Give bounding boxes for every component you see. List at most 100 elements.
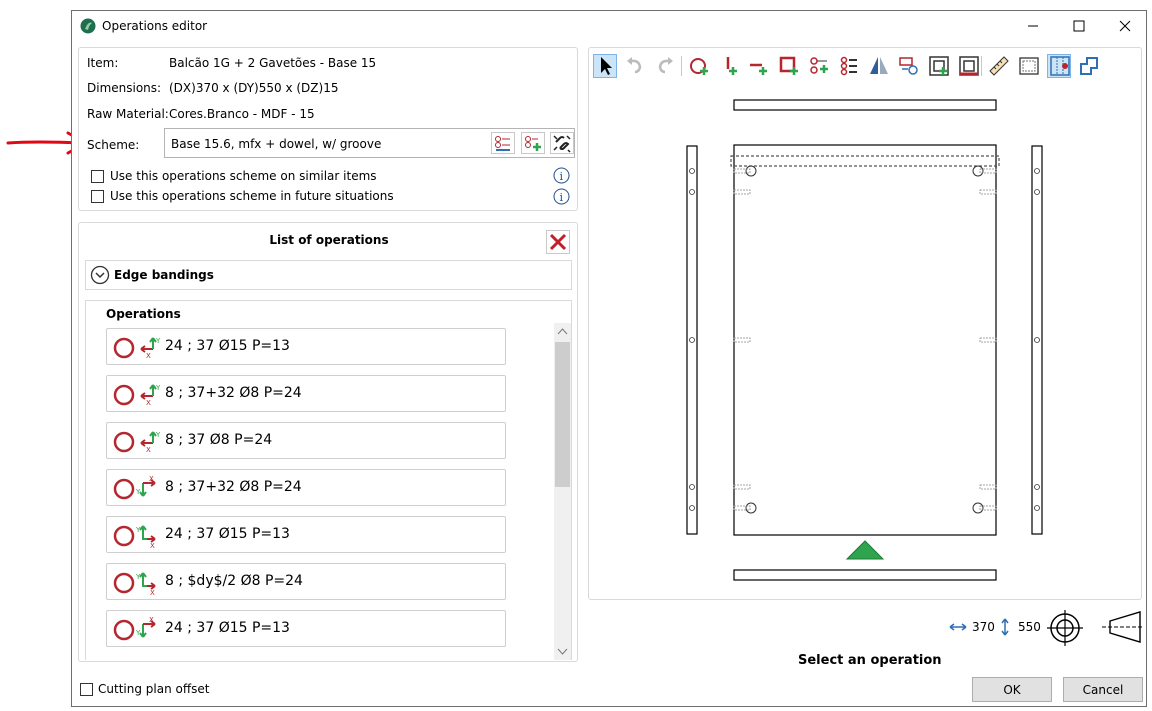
drill-hole-icon: YX	[113, 617, 156, 641]
use-similar-checkbox[interactable]	[91, 170, 104, 183]
cancel-button[interactable]: Cancel	[1063, 677, 1143, 702]
frame-edge-tool[interactable]	[957, 54, 981, 78]
redo-tool[interactable]	[653, 54, 677, 78]
operation-item[interactable]: YX8 ; 37 Ø8 P=24	[106, 422, 506, 459]
close-red-icon	[549, 233, 567, 251]
operations-group: Operations Y X 24 ; 37 Ø15 P=13 Y X 8 ; 37+32…	[85, 300, 572, 660]
svg-text:X: X	[149, 617, 154, 624]
collapse-tool[interactable]	[1077, 54, 1101, 78]
scroll-up-icon[interactable]	[557, 327, 568, 335]
crosshair-icon[interactable]	[1046, 609, 1084, 647]
frame-add-icon	[929, 56, 949, 76]
select-tool[interactable]	[593, 54, 617, 78]
list-title: List of operations	[269, 233, 389, 247]
svg-text:i: i	[560, 191, 564, 204]
cutting-plan-offset-label: Cutting plan offset	[98, 682, 210, 696]
selection-area-tool[interactable]	[1017, 54, 1041, 78]
svg-text:X: X	[150, 589, 155, 596]
scrollbar[interactable]	[554, 323, 571, 660]
operation-item[interactable]: Y X 24 ; 37 Ø15 P=13	[106, 610, 506, 647]
list-tool[interactable]	[837, 54, 861, 78]
add-horizontal-tool[interactable]	[747, 54, 771, 78]
operation-item[interactable]: YX8 ; 37+32 Ø8 P=24	[106, 469, 506, 506]
operation-text: 24 ; 37 Ø15 P=13	[165, 620, 290, 636]
info-icon[interactable]: i	[553, 167, 571, 185]
close-button[interactable]	[1102, 11, 1148, 41]
toolbar-separator	[681, 56, 682, 76]
chevron-down-icon	[90, 265, 110, 285]
operations-label: Operations	[106, 307, 181, 321]
scheme-value: Base 15.6, mfx + dowel, w/ groove	[171, 137, 382, 151]
drill-hole-icon: YX	[113, 476, 156, 500]
add-pocket-tool[interactable]	[777, 54, 801, 78]
dimensions-value: (DX)370 x (DY)550 x (DZ)15	[169, 81, 339, 95]
add-vertical-tool[interactable]	[717, 54, 741, 78]
svg-text:i: i	[560, 170, 564, 183]
piece-drawing-canvas[interactable]	[589, 88, 1141, 599]
svg-text:Y: Y	[155, 384, 161, 392]
svg-text:X: X	[146, 446, 151, 454]
add-pocket-icon	[779, 56, 798, 75]
drill-hole-icon: YX	[113, 337, 161, 360]
ok-button[interactable]: OK	[972, 677, 1052, 702]
undo-tool[interactable]	[623, 54, 647, 78]
operations-editor-window: Operations editor Item: Balcão 1G + 2 Ga…	[71, 10, 1147, 707]
link-tool[interactable]	[897, 54, 921, 78]
maximize-button[interactable]	[1056, 11, 1102, 41]
maximize-icon	[1073, 20, 1085, 32]
toolbar-separator	[981, 56, 982, 76]
status-text: Select an operation	[798, 653, 942, 668]
close-icon	[1119, 20, 1131, 32]
selection-area-icon	[1019, 57, 1039, 75]
scrollbar-thumb[interactable]	[555, 342, 570, 487]
svg-text:X: X	[150, 542, 155, 549]
use-future-checkbox[interactable]	[91, 190, 104, 203]
operation-text: 8 ; 37+32 Ø8 P=24	[165, 385, 302, 401]
drill-hole-icon: YX	[113, 572, 156, 596]
scheme-unlink-button[interactable]	[550, 132, 574, 154]
panel-face	[733, 144, 997, 536]
svg-text:X: X	[146, 352, 151, 360]
frame-edge-icon	[959, 56, 979, 76]
raw-material-value: Cores.Branco - MDF - 15	[169, 107, 315, 121]
scheme-edit-button[interactable]	[491, 132, 515, 154]
edge-bandings-header[interactable]: Edge bandings	[85, 260, 572, 290]
perspective-view-icon[interactable]	[1102, 609, 1144, 645]
svg-text:X: X	[149, 476, 154, 483]
svg-text:Y: Y	[135, 488, 141, 496]
snap-grid-icon	[1050, 56, 1070, 76]
drill-hole-icon: YX	[113, 525, 156, 549]
scheme-label: Scheme:	[87, 138, 140, 152]
window-title: Operations editor	[102, 19, 208, 33]
scheme-field[interactable]: Base 15.6, mfx + dowel, w/ groove	[164, 128, 575, 158]
operation-item[interactable]: YX8 ; 37+32 Ø8 P=24	[106, 375, 506, 412]
height-arrow-icon	[1001, 618, 1009, 636]
operation-item[interactable]: Y X 24 ; 37 Ø15 P=13	[106, 516, 506, 553]
use-similar-label: Use this operations scheme on similar it…	[110, 169, 377, 183]
mirror-tool[interactable]	[867, 54, 891, 78]
scroll-down-icon[interactable]	[557, 648, 568, 656]
operation-item[interactable]: Y X 24 ; 37 Ø15 P=13	[106, 328, 506, 365]
item-info-panel: Item: Balcão 1G + 2 Gavetões - Base 15 D…	[78, 47, 578, 211]
add-hole-icon	[690, 58, 708, 75]
delete-operations-button[interactable]	[546, 230, 570, 254]
collapse-icon	[1080, 57, 1098, 75]
frame-add-tool[interactable]	[927, 54, 951, 78]
dim-x-value: 370	[972, 620, 995, 634]
snap-tool[interactable]	[1047, 54, 1071, 78]
ops-list-icon	[840, 56, 857, 76]
svg-text:Y: Y	[155, 431, 161, 439]
info-icon[interactable]: i	[553, 188, 571, 206]
grain-direction-marker	[845, 540, 885, 560]
add-group-tool[interactable]	[807, 54, 831, 78]
add-hole-tool[interactable]	[687, 54, 711, 78]
scheme-add-button[interactable]	[521, 132, 545, 154]
minimize-button[interactable]	[1010, 11, 1056, 41]
operation-item[interactable]: YX8 ; $dy$/2 Ø8 P=24	[106, 563, 506, 600]
undo-icon	[627, 57, 642, 74]
scheme-add-icon	[525, 136, 541, 151]
mirror-icon	[870, 57, 888, 74]
measure-tool[interactable]	[987, 54, 1011, 78]
operation-text: 24 ; 37 Ø15 P=13	[165, 338, 290, 354]
cutting-plan-offset-checkbox[interactable]	[80, 683, 93, 696]
